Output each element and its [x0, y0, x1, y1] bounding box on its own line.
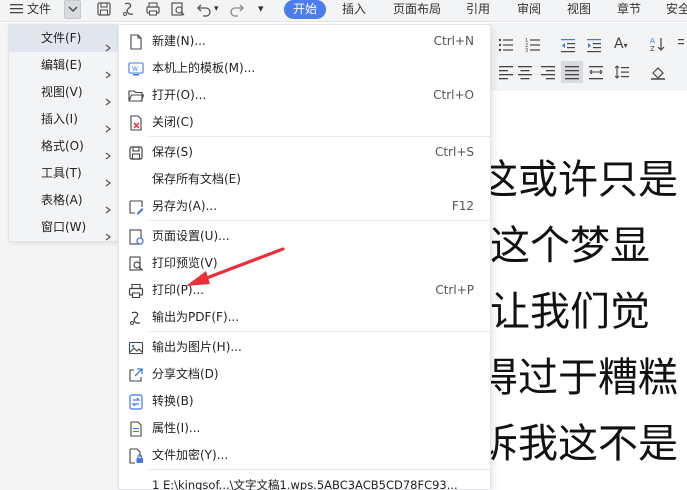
close-document-icon [128, 114, 144, 131]
redo-icon[interactable] [229, 1, 245, 17]
menu-item-close[interactable]: 关闭(C) [119, 109, 490, 136]
document-text-line: 让我们觉 [490, 289, 650, 335]
text-direction-icon[interactable]: A▾ [614, 36, 630, 52]
save-icon[interactable] [96, 1, 112, 17]
numbered-list-icon[interactable]: 123 [525, 37, 541, 54]
print-icon [128, 282, 144, 299]
new-document-icon [128, 33, 144, 50]
page-setup-icon [128, 228, 144, 245]
properties-icon [128, 420, 144, 437]
menu-separator [149, 331, 490, 332]
share-icon [128, 366, 144, 382]
document-text-line: 这个梦显 [490, 223, 650, 269]
menu-item-open[interactable]: 打开(O)... Ctrl+O [119, 82, 490, 109]
lock-document-icon [128, 447, 144, 464]
print-preview-icon [128, 255, 144, 271]
menu-separator [149, 469, 490, 470]
file-dropdown-toggle[interactable] [64, 0, 81, 19]
save-as-icon [128, 198, 144, 215]
menu-tools[interactable]: 工具(T) [9, 160, 118, 187]
file-submenu: 新建(N)... Ctrl+N W 本机上的模板(M)... 打开(O)... … [118, 24, 491, 490]
menu-item-save-all[interactable]: 保存所有文档(E) [119, 166, 490, 193]
menu-item-new[interactable]: 新建(N)... Ctrl+N [119, 28, 490, 55]
template-icon: W [128, 60, 144, 76]
justify-icon[interactable] [561, 61, 583, 83]
classic-menu: 文件(F) 编辑(E) 视图(V) 插入(I) 格式(O) 工具(T) 表格(A… [8, 24, 119, 242]
tab-insert[interactable]: 插入 [342, 0, 366, 22]
menu-item-print-preview[interactable]: 打印预览(V) [119, 250, 490, 277]
menu-item-save[interactable]: 保存(S) Ctrl+S [119, 139, 490, 166]
save-icon [128, 144, 144, 160]
svg-text:W: W [132, 66, 138, 73]
svg-text:A: A [650, 37, 655, 45]
document-text-line: 这或许只是 [478, 157, 678, 203]
menu-item-local-templates[interactable]: W 本机上的模板(M)... [119, 55, 490, 82]
document-text-line: 诉我这不是 [478, 421, 678, 467]
menu-item-recent-file[interactable]: 1 E:\kingsof...\文字文稿1.wps.5ABC3ACB5CD78F… [119, 472, 490, 490]
distributed-align-icon[interactable] [588, 64, 604, 80]
folder-open-icon [128, 87, 145, 103]
tab-start[interactable]: 开始 [284, 0, 326, 19]
undo-dropdown-icon[interactable]: ▾ [214, 0, 219, 22]
tab-chapter[interactable]: 章节 [617, 0, 641, 22]
increase-indent-icon[interactable] [586, 37, 602, 53]
tab-security[interactable]: 安全 [666, 0, 687, 22]
decrease-indent-icon[interactable] [560, 37, 576, 53]
chevron-right-icon [105, 224, 111, 251]
shading-icon[interactable] [650, 64, 666, 80]
menu-item-properties[interactable]: 属性(I)... [119, 415, 490, 442]
menu-item-convert[interactable]: 转换(B) [119, 388, 490, 415]
undo-icon[interactable] [196, 1, 212, 17]
align-center-icon[interactable] [517, 64, 533, 80]
menu-item-share[interactable]: 分享文档(D) [119, 361, 490, 388]
export-pdf-icon[interactable] [121, 1, 137, 17]
show-marks-icon[interactable] [676, 36, 687, 52]
menu-separator [149, 220, 490, 221]
menu-file[interactable]: 文件(F) [9, 25, 118, 52]
line-spacing-icon[interactable] [614, 64, 630, 80]
menu-edit[interactable]: 编辑(E) [9, 52, 118, 79]
file-menu-button[interactable]: 文件 [10, 0, 51, 22]
quick-access-toolbar: 文件 ▾ ▾ 开始 插入 页面布局 引用 审阅 视图 章节 安全 [0, 0, 687, 22]
menu-item-export-image[interactable]: 输出为图片(H)... [119, 334, 490, 361]
menu-insert[interactable]: 插入(I) [9, 106, 118, 133]
menu-item-page-setup[interactable]: 页面设置(U)... [119, 223, 490, 250]
tab-view[interactable]: 视图 [567, 0, 591, 22]
svg-text:Z: Z [650, 45, 655, 52]
document-text-line: 得过于糟糕 [478, 355, 678, 401]
menu-table[interactable]: 表格(A) [9, 187, 118, 214]
tab-review[interactable]: 审阅 [517, 0, 541, 22]
menu-item-save-as[interactable]: 另存为(A)... F12 [119, 193, 490, 220]
menu-window[interactable]: 窗口(W) [9, 214, 118, 241]
menu-item-print[interactable]: 打印(P)... Ctrl+P [119, 277, 490, 304]
tab-page-layout[interactable]: 页面布局 [393, 0, 441, 22]
print-preview-icon[interactable] [170, 1, 186, 17]
image-icon [128, 339, 144, 355]
hamburger-icon [10, 1, 23, 19]
file-menu-label: 文件 [27, 2, 52, 16]
tab-references[interactable]: 引用 [466, 0, 490, 22]
customize-toolbar-icon[interactable]: ▾ [258, 0, 264, 22]
menu-item-export-pdf[interactable]: 输出为PDF(F)... [119, 304, 490, 331]
menu-item-encrypt[interactable]: 文件加密(Y)... [119, 442, 490, 469]
bullet-list-icon[interactable] [498, 37, 514, 53]
ribbon-paragraph-group: 123 A▾ AZ [490, 23, 687, 91]
align-right-icon[interactable] [540, 64, 556, 80]
export-pdf-icon [128, 309, 144, 325]
convert-icon [128, 393, 144, 410]
chevron-down-icon [68, 6, 78, 12]
print-icon[interactable] [145, 1, 161, 17]
sort-icon[interactable]: AZ [650, 36, 666, 53]
menu-view[interactable]: 视图(V) [9, 79, 118, 106]
menu-separator [149, 136, 490, 137]
svg-text:3: 3 [525, 48, 528, 53]
menu-format[interactable]: 格式(O) [9, 133, 118, 160]
align-left-icon[interactable] [498, 64, 514, 80]
